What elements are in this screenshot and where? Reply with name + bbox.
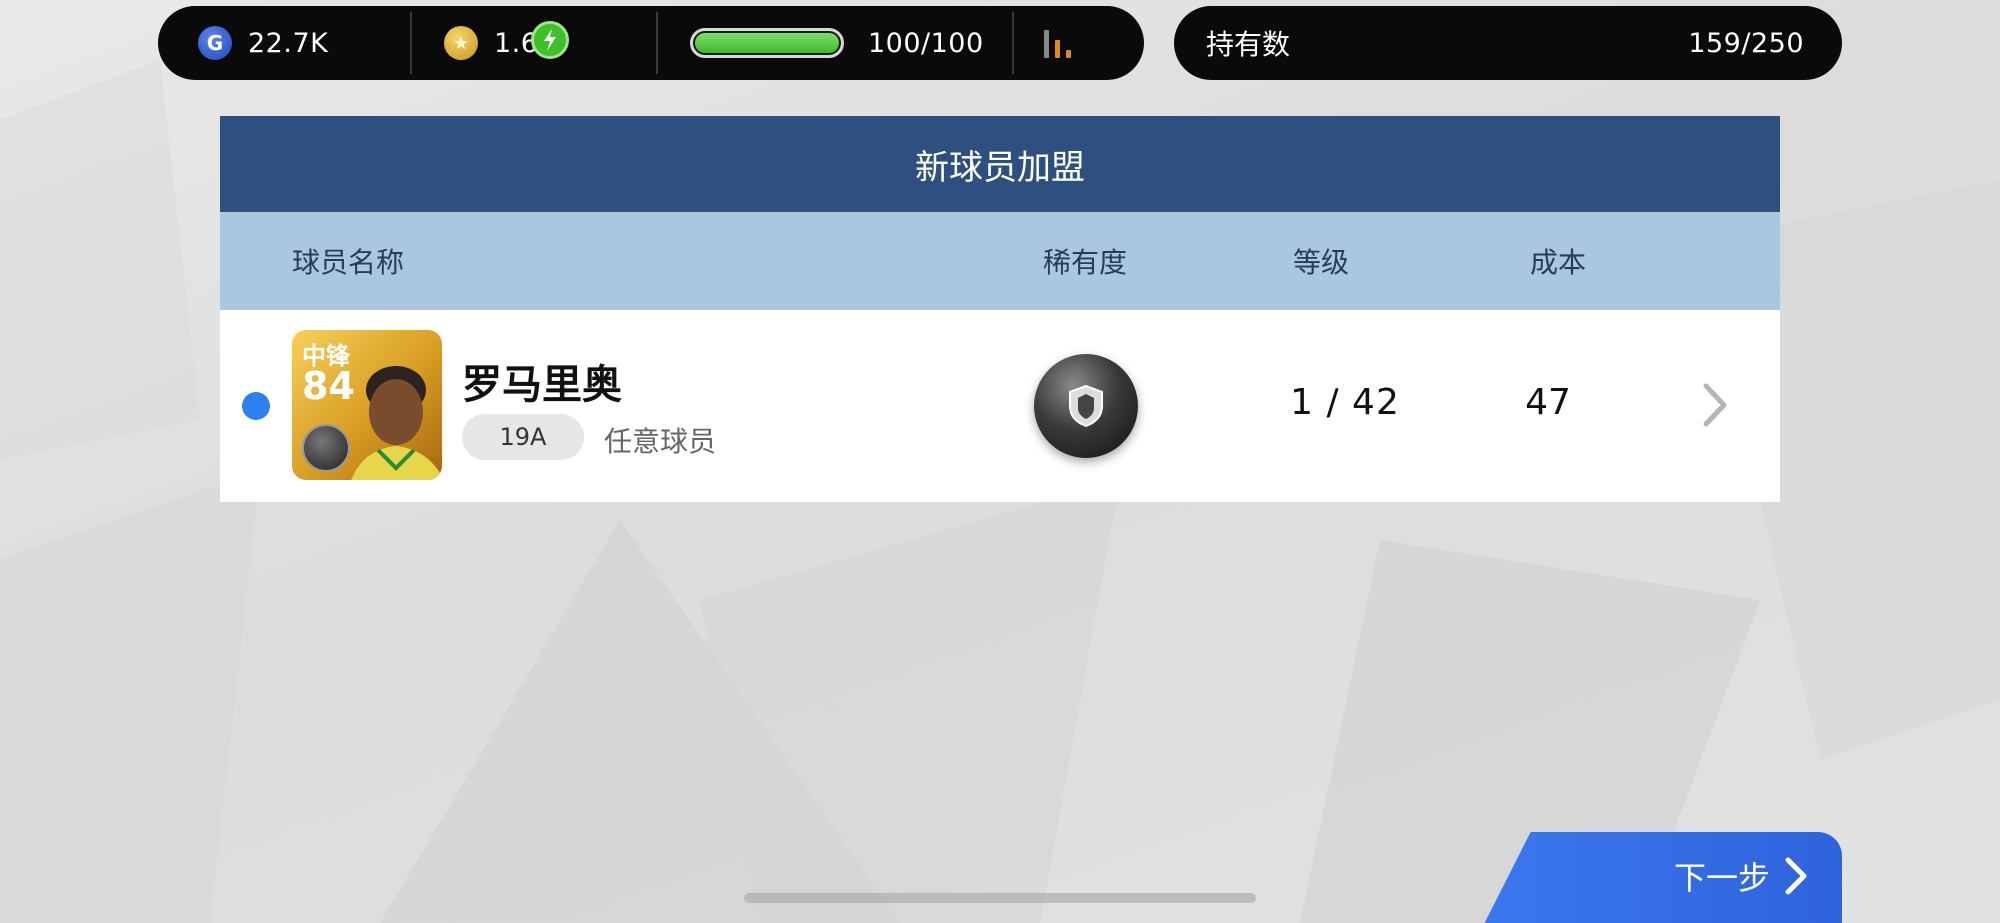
next-step-label: 下一步 bbox=[1673, 859, 1770, 897]
gp-icon: G bbox=[198, 26, 232, 60]
stamina-display: 100/100 bbox=[658, 6, 1014, 80]
selected-dot-icon bbox=[242, 392, 270, 420]
gp-value: 22.7K bbox=[248, 27, 329, 59]
panel-title: 新球员加盟 bbox=[220, 116, 1780, 212]
gp-display: G 22.7K bbox=[158, 6, 412, 80]
player-name: 罗马里奥 bbox=[462, 362, 622, 408]
version-badge: 19A bbox=[462, 414, 584, 460]
card-rating: 84 bbox=[302, 364, 355, 408]
signal-icon bbox=[1044, 28, 1071, 58]
column-header-level: 等级 bbox=[1293, 246, 1350, 279]
column-header-cost: 成本 bbox=[1530, 246, 1587, 279]
column-header-name: 球员名称 bbox=[292, 246, 405, 279]
card-rarity-ball-icon bbox=[302, 424, 350, 472]
coin-icon: ★ bbox=[444, 26, 478, 60]
currency-bar: G 22.7K ★ 1.6K 100/100 bbox=[158, 6, 1144, 80]
next-step-button[interactable]: 下一步 bbox=[1480, 832, 1842, 923]
table-header: 球员名称 稀有度 等级 成本 bbox=[220, 212, 1780, 310]
player-type: 任意球员 bbox=[604, 425, 717, 458]
ownership-value: 159/250 bbox=[1688, 27, 1804, 59]
player-row[interactable]: 中锋 84 罗马里奥 19A 任意球员 1 / 42 47 bbox=[220, 310, 1780, 502]
player-cost: 47 bbox=[1525, 382, 1571, 423]
ownership-bar: 持有数 159/250 bbox=[1174, 6, 1842, 80]
stamina-bar bbox=[690, 28, 844, 58]
new-player-panel: 新球员加盟 球员名称 稀有度 等级 成本 中锋 84 罗马里奥 19A 任意球员 bbox=[220, 116, 1780, 502]
column-header-rarity: 稀有度 bbox=[1043, 246, 1128, 279]
home-indicator[interactable] bbox=[744, 893, 1256, 903]
stamina-bar-fill bbox=[695, 33, 839, 53]
chevron-right-icon bbox=[1785, 857, 1807, 895]
connection-status[interactable] bbox=[1014, 6, 1144, 80]
ownership-label: 持有数 bbox=[1206, 28, 1291, 61]
player-level: 1 / 42 bbox=[1290, 382, 1400, 423]
player-card[interactable]: 中锋 84 bbox=[292, 330, 442, 480]
black-ball-icon bbox=[1034, 354, 1138, 458]
lightning-icon bbox=[531, 21, 569, 59]
stamina-value: 100/100 bbox=[868, 27, 984, 59]
chevron-right-icon[interactable] bbox=[1700, 382, 1730, 428]
